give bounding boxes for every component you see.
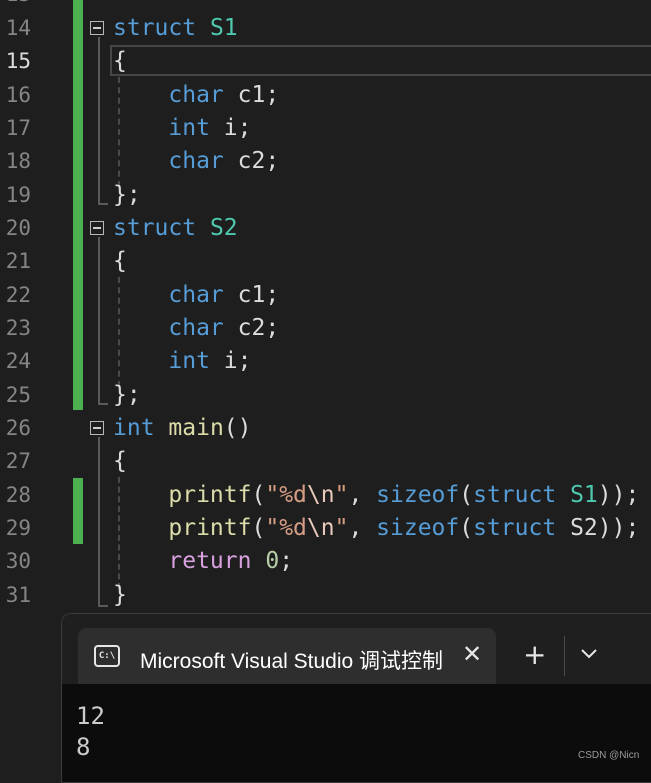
code-text: struct S2 (113, 215, 238, 241)
code-line-18[interactable]: 18 char c2; (0, 145, 651, 178)
terminal-tab-bar: C:\ Microsoft Visual Studio 调试控制台 ✕ + (62, 614, 651, 686)
console-output: 12 8 (62, 684, 651, 782)
code-text: printf("%d\n", sizeof(struct S1)); (168, 482, 640, 508)
code-line-31[interactable]: 31 } (0, 579, 651, 612)
line-number: 27 (5, 449, 31, 473)
line-number: 31 (5, 583, 31, 607)
line-number: 22 (5, 283, 31, 307)
debug-console-window[interactable]: C:\ Microsoft Visual Studio 调试控制台 ✕ + 12… (61, 613, 651, 783)
new-tab-plus-icon[interactable]: + (523, 638, 546, 672)
code-line-16[interactable]: 16 char c1; (0, 79, 651, 112)
code-line-22[interactable]: 22 char c1; (0, 279, 651, 312)
code-text: { (113, 48, 127, 74)
code-text: char c2; (168, 148, 280, 174)
line-number: 23 (5, 316, 31, 340)
code-text: } (113, 582, 127, 608)
tab-title: Microsoft Visual Studio 调试控制台 (140, 650, 442, 673)
line-number: 14 (5, 16, 31, 40)
code-line-27[interactable]: 27 { (0, 445, 651, 478)
code-editor[interactable]: 13 14 struct S1 15 { 16 char c1; 17 int … (0, 0, 651, 620)
output-line: 12 (76, 702, 105, 730)
code-text: printf("%d\n", sizeof(struct S2)); (168, 515, 640, 541)
code-text: char c1; (168, 82, 280, 108)
output-line: 8 (76, 733, 91, 761)
line-number: 21 (5, 249, 31, 273)
code-line-14[interactable]: 14 struct S1 (0, 12, 651, 45)
code-text: { (113, 248, 127, 274)
code-text: { (113, 448, 127, 474)
code-line-28[interactable]: 28 printf("%d\n", sizeof(struct S1)); (0, 479, 651, 512)
code-line-15[interactable]: 15 { (0, 45, 651, 78)
code-line-29[interactable]: 29 printf("%d\n", sizeof(struct S2)); (0, 512, 651, 545)
line-number: 30 (5, 549, 31, 573)
line-number: 15 (5, 49, 31, 73)
code-line-21[interactable]: 21 { (0, 245, 651, 278)
terminal-tab[interactable]: C:\ Microsoft Visual Studio 调试控制台 ✕ (78, 628, 496, 686)
line-number: 19 (5, 183, 31, 207)
code-line-26[interactable]: 26 int main() (0, 412, 651, 445)
code-text: int i; (168, 115, 252, 141)
code-text: struct S1 (113, 15, 238, 41)
code-line-24[interactable]: 24 int i; (0, 345, 651, 378)
line-number: 26 (5, 416, 31, 440)
line-number: 13 (0, 0, 31, 11)
code-text: int i; (168, 348, 252, 374)
code-line-30[interactable]: 30 return 0; (0, 545, 651, 578)
close-icon[interactable]: ✕ (462, 640, 482, 668)
chevron-down-icon[interactable] (577, 644, 601, 664)
code-line-17[interactable]: 17 int i; (0, 112, 651, 145)
code-text: char c1; (168, 282, 280, 308)
watermark: CSDN @Nicn (578, 750, 640, 761)
line-number: 18 (5, 149, 31, 173)
line-number: 17 (5, 116, 31, 140)
code-line-13: 13 (0, 0, 651, 11)
code-line-19[interactable]: 19 }; (0, 179, 651, 212)
line-number: 25 (5, 383, 31, 407)
console-icon: C:\ (94, 645, 120, 667)
code-text: int main() (113, 415, 252, 441)
line-number: 24 (5, 349, 31, 373)
code-text: char c2; (168, 315, 280, 341)
code-text: return 0; (168, 548, 294, 574)
line-number: 16 (5, 83, 31, 107)
code-text: }; (113, 382, 141, 408)
code-line-20[interactable]: 20 struct S2 (0, 212, 651, 245)
line-number: 20 (5, 216, 31, 240)
code-line-23[interactable]: 23 char c2; (0, 312, 651, 345)
tab-divider (564, 636, 565, 676)
line-number: 28 (5, 483, 31, 507)
code-line-25[interactable]: 25 }; (0, 379, 651, 412)
code-text: }; (113, 182, 141, 208)
line-number: 29 (5, 516, 31, 540)
